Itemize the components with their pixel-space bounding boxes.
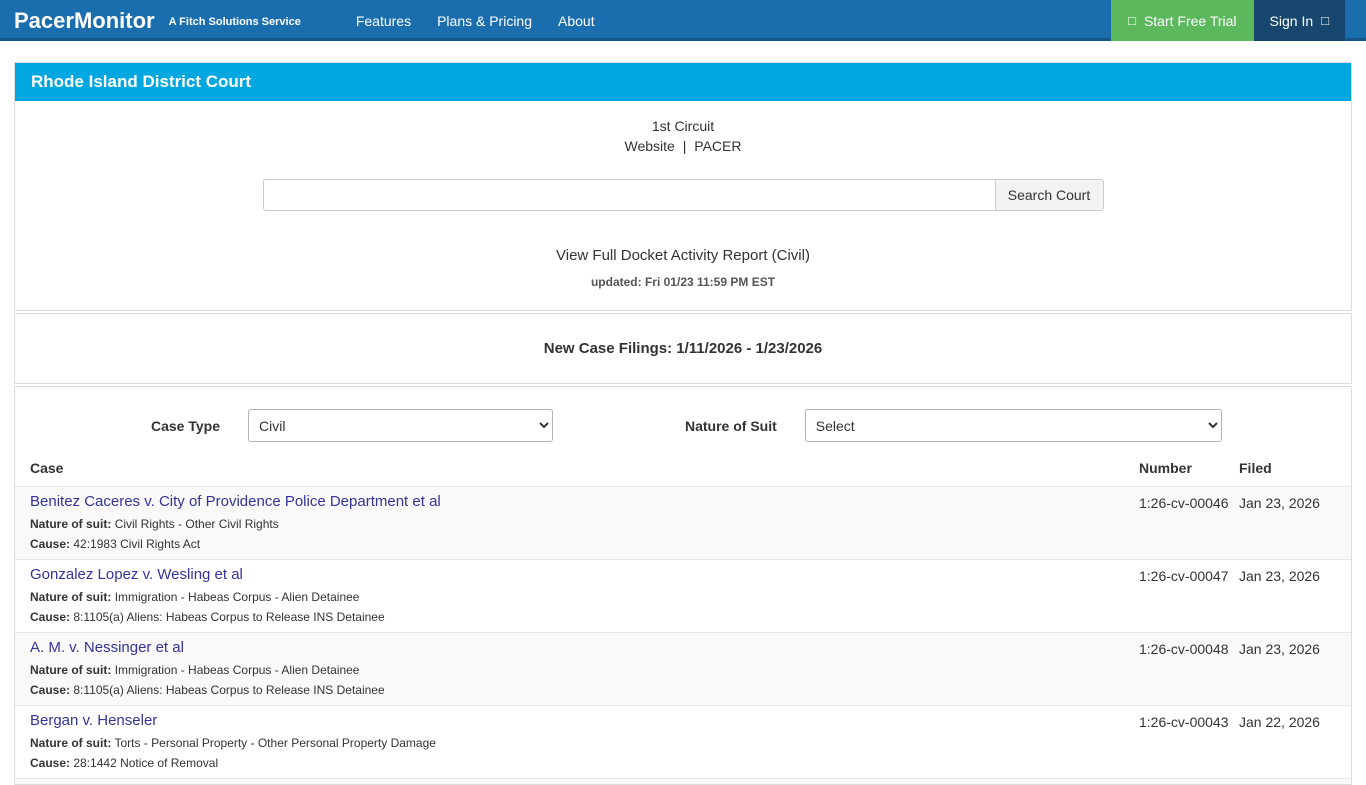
top-navbar: PacerMonitor A Fitch Solutions Service F… [0, 0, 1366, 41]
court-title: Rhode Island District Court [15, 63, 1351, 101]
cause-meta-label: Cause: [30, 610, 71, 624]
navbar-spacer [595, 0, 1111, 41]
case-type-label: Case Type [151, 417, 220, 434]
case-number: 1:26-cv-00048 [1139, 641, 1229, 657]
case-title-link[interactable]: Bergan v. Henseler [30, 712, 1139, 730]
brand-tagline: A Fitch Solutions Service [168, 15, 301, 28]
nature-meta-label: Nature of suit: [30, 590, 112, 604]
filed-date: Jan 23, 2026 [1239, 641, 1320, 657]
table-row-partial [15, 778, 1351, 784]
case-cell: Gonzalez Lopez v. Wesling et al Nature o… [30, 566, 1139, 624]
nature-meta-value: Civil Rights - Other Civil Rights [114, 517, 279, 531]
nature-of-suit-label: Nature of Suit [685, 417, 777, 434]
court-website-link[interactable]: Website [625, 138, 675, 154]
case-cell: Bergan v. Henseler Nature of suit: Torts… [30, 712, 1139, 770]
nav-link-plans-pricing[interactable]: Plans & Pricing [437, 13, 532, 29]
cause-line: Cause: 42:1983 Civil Rights Act [30, 537, 1139, 551]
court-search-form: Search Court [15, 179, 1351, 211]
table-row: Gonzalez Lopez v. Wesling et al Nature o… [15, 559, 1351, 632]
nature-meta-value: Immigration - Habeas Corpus - Alien Deta… [114, 590, 360, 604]
circuit-label: 1st Circuit [651, 118, 715, 134]
court-panel: Rhode Island District Court 1st Circuit … [14, 62, 1352, 311]
updated-timestamp: updated: Fri 01/23 11:59 PM EST [590, 275, 776, 289]
trial-label: Start Free Trial [1143, 12, 1237, 29]
nature-meta-label: Nature of suit: [30, 736, 112, 750]
cause-meta-label: Cause: [30, 683, 71, 697]
cause-meta-label: Cause: [30, 537, 71, 551]
trial-glyph-icon: □ [1128, 13, 1136, 28]
case-title-link[interactable]: Gonzalez Lopez v. Wesling et al [30, 566, 1139, 584]
nature-meta-value: Torts - Personal Property - Other Person… [114, 736, 436, 750]
start-free-trial-button[interactable]: □ Start Free Trial [1111, 0, 1254, 41]
docket-activity-report-link[interactable]: View Full Docket Activity Report (Civil) [15, 247, 1351, 264]
search-court-button[interactable]: Search Court [994, 179, 1104, 211]
table-row: Benitez Caceres v. City of Providence Po… [15, 486, 1351, 559]
cause-meta-value: 42:1983 Civil Rights Act [73, 537, 201, 551]
filed-date: Jan 22, 2026 [1239, 714, 1320, 730]
case-table: Case Number Filed Benitez Caceres v. Cit… [15, 460, 1351, 784]
cause-line: Cause: 8:1105(a) Aliens: Habeas Corpus t… [30, 610, 1139, 624]
column-header-case: Case [30, 460, 64, 476]
nature-of-suit-line: Nature of suit: Civil Rights - Other Civ… [30, 517, 1139, 531]
case-number: 1:26-cv-00047 [1139, 568, 1229, 584]
filings-range-panel: New Case Filings: 1/11/2026 - 1/23/2026 [14, 313, 1352, 384]
nature-of-suit-line: Nature of suit: Immigration - Habeas Cor… [30, 590, 1139, 604]
nature-of-suit-select[interactable]: Select [804, 409, 1222, 442]
case-title-link[interactable]: Benitez Caceres v. City of Providence Po… [30, 493, 1139, 511]
filed-date: Jan 23, 2026 [1239, 568, 1320, 584]
court-pacer-link[interactable]: PACER [694, 138, 741, 154]
signin-label: Sign In [1269, 12, 1314, 29]
nature-meta-label: Nature of suit: [30, 517, 112, 531]
table-row: Bergan v. Henseler Nature of suit: Torts… [15, 705, 1351, 778]
nav-links: Features Plans & Pricing About [356, 0, 595, 41]
table-row: A. M. v. Nessinger et al Nature of suit:… [15, 632, 1351, 705]
filed-date: Jan 23, 2026 [1239, 495, 1320, 511]
nature-of-suit-line: Nature of suit: Immigration - Habeas Cor… [30, 663, 1139, 677]
table-header: Case Number Filed [15, 460, 1351, 486]
nature-of-suit-line: Nature of suit: Torts - Personal Propert… [30, 736, 1139, 750]
column-header-number: Number [1139, 460, 1192, 476]
case-cell: A. M. v. Nessinger et al Nature of suit:… [30, 639, 1139, 697]
cases-panel: Case Type Civil Nature of Suit Select Ca… [14, 386, 1352, 785]
cause-meta-value: 8:1105(a) Aliens: Habeas Corpus to Relea… [73, 610, 385, 624]
case-number: 1:26-cv-00043 [1139, 714, 1229, 730]
filings-range-heading: New Case Filings: 1/11/2026 - 1/23/2026 [543, 340, 823, 357]
court-search-input[interactable] [262, 179, 996, 211]
case-cell: Benitez Caceres v. City of Providence Po… [30, 493, 1139, 551]
cause-meta-value: 8:1105(a) Aliens: Habeas Corpus to Relea… [73, 683, 385, 697]
cause-line: Cause: 8:1105(a) Aliens: Habeas Corpus t… [30, 683, 1139, 697]
nav-link-features[interactable]: Features [356, 13, 411, 29]
nature-meta-value: Immigration - Habeas Corpus - Alien Deta… [114, 663, 360, 677]
filter-row: Case Type Civil Nature of Suit Select [15, 387, 1351, 442]
case-title-link[interactable]: A. M. v. Nessinger et al [30, 639, 1139, 657]
sign-in-button[interactable]: Sign In □ [1253, 0, 1345, 41]
case-type-select[interactable]: Civil [248, 409, 553, 442]
nav-link-about[interactable]: About [558, 13, 595, 29]
court-links: Website | PACER [15, 138, 1351, 154]
table-body: Benitez Caceres v. City of Providence Po… [15, 486, 1351, 778]
brand-logo[interactable]: PacerMonitor [14, 8, 155, 34]
column-header-filed: Filed [1239, 460, 1272, 476]
case-number: 1:26-cv-00046 [1139, 495, 1229, 511]
nature-meta-label: Nature of suit: [30, 663, 112, 677]
link-separator: | [682, 138, 687, 154]
signin-caret-icon: □ [1321, 13, 1329, 28]
